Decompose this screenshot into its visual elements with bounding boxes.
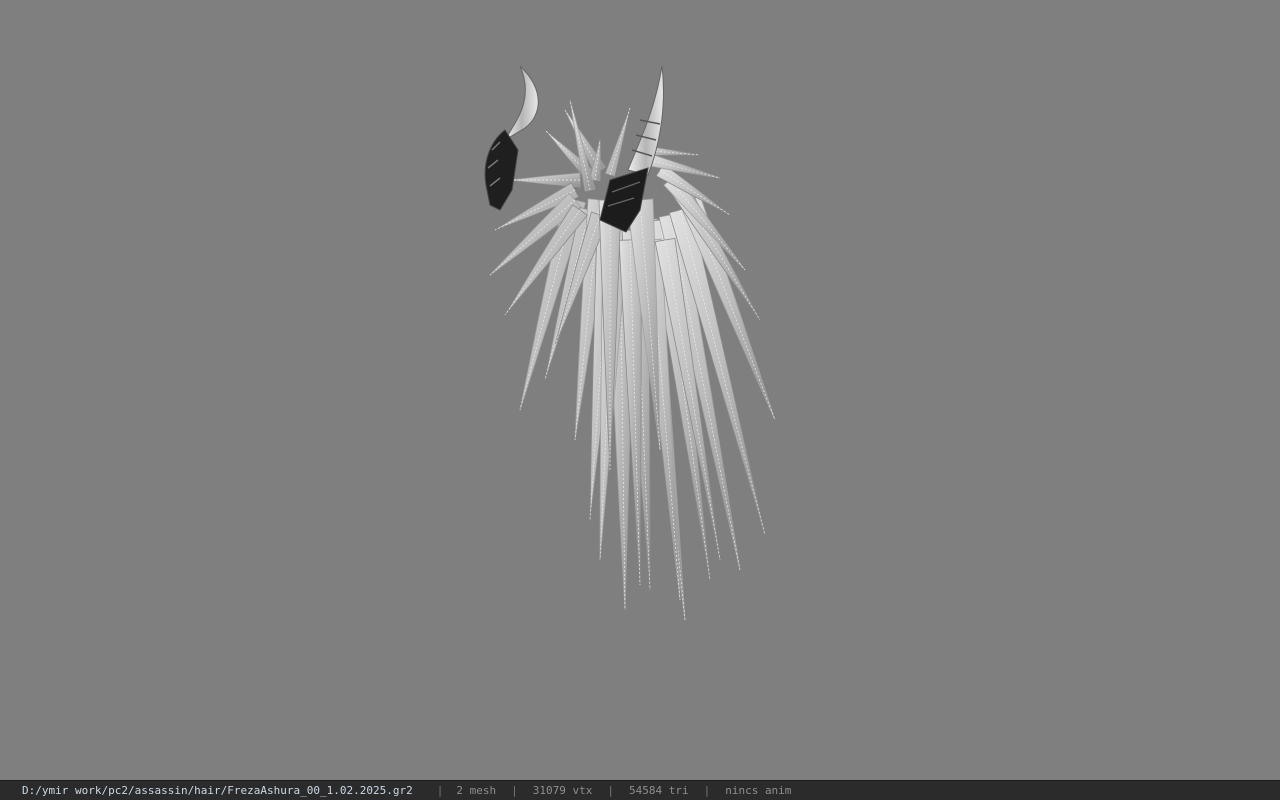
triangle-count: 54584 tri xyxy=(628,784,689,797)
file-path: D:/ymir work/pc2/assassin/hair/FrezaAshu… xyxy=(22,784,413,797)
separator: | xyxy=(607,784,614,797)
right-horn xyxy=(599,65,664,233)
animation-status: nincs anim xyxy=(725,784,792,797)
separator: | xyxy=(511,784,518,797)
vertex-count: 31079 vtx xyxy=(532,784,593,797)
left-horn xyxy=(484,65,539,211)
status-bar: D:/ymir work/pc2/assassin/hair/FrezaAshu… xyxy=(0,780,1280,800)
hair-strand xyxy=(604,107,631,177)
hair-model-render xyxy=(484,65,776,621)
separator: | xyxy=(436,784,444,797)
separator: | xyxy=(703,784,711,797)
mesh-count: 2 mesh xyxy=(456,784,497,797)
3d-viewport[interactable] xyxy=(0,0,1280,780)
